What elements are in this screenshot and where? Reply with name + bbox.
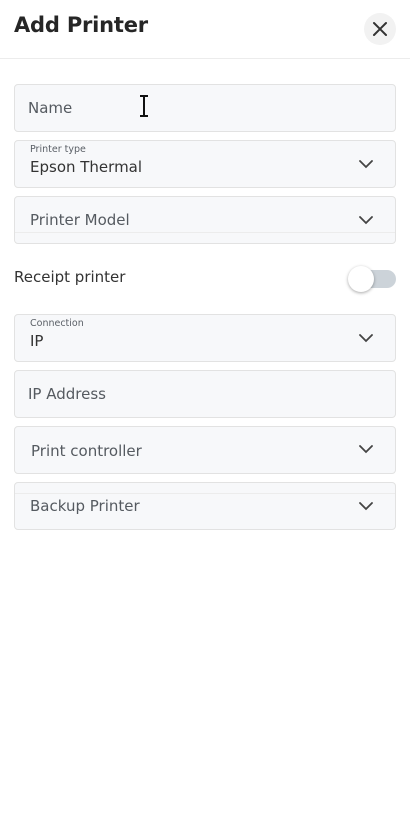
ip-address-input[interactable]: IP Address xyxy=(14,370,396,418)
chevron-down-icon xyxy=(359,445,373,454)
chevron-down-icon xyxy=(359,502,373,511)
divider xyxy=(15,493,395,494)
printer-model-placeholder: Printer Model xyxy=(30,211,130,229)
dialog-header: Add Printer xyxy=(0,0,410,59)
printer-type-label: Printer type xyxy=(30,144,86,155)
toggle-knob xyxy=(348,266,374,292)
receipt-printer-label: Receipt printer xyxy=(14,268,126,286)
name-input[interactable]: Name xyxy=(14,84,396,132)
connection-label: Connection xyxy=(30,318,84,329)
backup-printer-placeholder: Backup Printer xyxy=(30,497,140,515)
print-controller-placeholder: Print controller xyxy=(31,442,142,460)
text-cursor-icon xyxy=(140,95,148,117)
printer-type-value: Epson Thermal xyxy=(30,158,143,176)
connection-select[interactable]: Connection IP xyxy=(14,314,396,362)
close-icon xyxy=(373,22,387,36)
ip-address-placeholder: IP Address xyxy=(28,385,106,403)
name-placeholder: Name xyxy=(28,99,73,117)
divider xyxy=(15,232,395,233)
connection-value: IP xyxy=(30,332,44,350)
receipt-printer-toggle[interactable] xyxy=(348,266,396,292)
backup-printer-select[interactable]: Backup Printer xyxy=(14,482,396,530)
printer-type-select[interactable]: Printer type Epson Thermal xyxy=(14,140,396,188)
chevron-down-icon xyxy=(359,216,373,225)
chevron-down-icon xyxy=(359,160,373,169)
printer-model-select[interactable]: Printer Model xyxy=(14,196,396,244)
receipt-printer-row: Receipt printer xyxy=(14,262,396,294)
page-title: Add Printer xyxy=(14,13,148,37)
chevron-down-icon xyxy=(359,334,373,343)
print-controller-select[interactable]: Print controller xyxy=(14,426,396,474)
close-button[interactable] xyxy=(364,13,396,45)
